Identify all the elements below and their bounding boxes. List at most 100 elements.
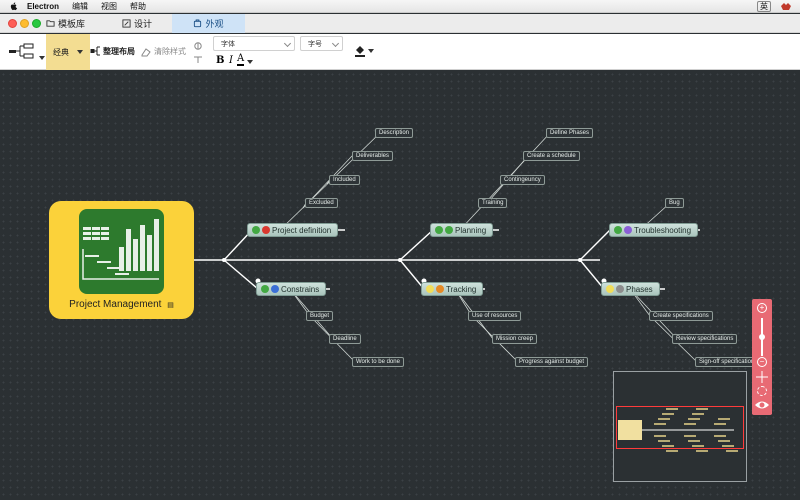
chevron-down-icon	[283, 39, 292, 48]
eye-icon[interactable]	[752, 396, 772, 414]
menu-view[interactable]: 视图	[101, 1, 117, 12]
structure-icon	[9, 43, 34, 59]
subtopic[interactable]: Contingeuncy	[500, 175, 545, 185]
priority-6-icon	[616, 285, 624, 293]
topic-project-definition[interactable]: Project definition	[247, 223, 339, 237]
subtopic[interactable]: Work to be done	[352, 357, 404, 367]
italic-button[interactable]: I	[229, 55, 233, 66]
mindmap-canvas[interactable]: Project Management ▤ Project definition …	[0, 71, 800, 500]
tab-appearance[interactable]: 外观	[172, 14, 245, 33]
clear-style-button[interactable]: 清除样式	[141, 46, 186, 57]
chevron-down-icon[interactable]	[247, 60, 253, 64]
chevron-down-icon	[39, 56, 45, 60]
minimap-viewport[interactable]	[616, 406, 744, 449]
fit-screen-icon[interactable]	[757, 386, 767, 396]
topic-tracking[interactable]: Tracking	[421, 282, 484, 296]
menu-app-name[interactable]: Electron	[27, 2, 59, 11]
paint-bucket-icon	[355, 46, 365, 57]
zoom-slider-handle[interactable]	[759, 334, 765, 340]
layout-icon	[90, 46, 100, 56]
menu-help[interactable]: 帮助	[130, 1, 146, 12]
topic-label: Planning	[455, 225, 487, 235]
priority-4-icon	[436, 285, 444, 293]
subtopic[interactable]: Deliverables	[352, 151, 394, 161]
theme-style-value: 经典	[53, 47, 69, 57]
apple-icon[interactable]	[9, 2, 19, 11]
chevron-down-icon	[77, 50, 83, 54]
progress-icon	[606, 285, 614, 293]
subtopic[interactable]: Budget	[306, 311, 334, 321]
priority-1-icon	[262, 226, 270, 234]
auto-layout-button[interactable]: 整理布局	[90, 46, 135, 57]
task-done-icon	[252, 226, 260, 234]
edit-icon	[122, 19, 131, 28]
subtopic[interactable]: Create a schedule	[523, 151, 580, 161]
subtopic[interactable]: Included	[329, 175, 360, 185]
input-method-indicator[interactable]: 英	[757, 1, 771, 12]
subtopic[interactable]: Use of resources	[468, 311, 522, 321]
subtopic[interactable]: Create specifications	[649, 311, 713, 321]
branch-style-icon[interactable]	[193, 54, 203, 64]
progress-icon	[426, 285, 434, 293]
folder-icon	[46, 20, 55, 27]
zoom-out-icon[interactable]: −	[757, 357, 767, 367]
minimap[interactable]	[613, 371, 747, 482]
subtopic[interactable]: Excluded	[305, 198, 338, 208]
project-chart-icon	[79, 209, 164, 294]
zoom-in-icon[interactable]: +	[757, 303, 767, 313]
text-style-icon[interactable]	[193, 41, 203, 51]
topic-phases[interactable]: Phases	[601, 282, 660, 296]
subtopic[interactable]: Review specifications	[672, 334, 738, 344]
font-size-placeholder: 字号	[308, 40, 322, 48]
topic-label: Project definition	[272, 225, 332, 235]
topic-planning[interactable]: Planning	[430, 223, 494, 237]
structure-picker[interactable]	[8, 42, 45, 60]
auto-layout-label: 整理布局	[103, 47, 135, 56]
subtopic[interactable]: Bug	[665, 198, 684, 208]
priority-5-icon	[624, 226, 632, 234]
central-topic-title: Project Management ▤	[49, 299, 194, 310]
font-family-placeholder: 字体	[221, 40, 235, 48]
topic-constrains[interactable]: Constrains	[256, 282, 327, 296]
subtopic[interactable]: Progress against budget	[515, 357, 589, 367]
priority-3-icon	[445, 226, 453, 234]
topic-label: Troubleshooting	[634, 225, 692, 235]
appearance-toolbar: 经典 整理布局 清除样式 字体 字号 B I A	[0, 34, 800, 70]
tab-templates[interactable]: 模板库	[46, 14, 85, 33]
tab-design-label: 设计	[134, 19, 153, 29]
macos-menubar: Electron 编辑 视图 帮助 英	[0, 0, 800, 13]
minimize-window-button[interactable]	[20, 19, 29, 28]
subtopic[interactable]: Description	[375, 128, 414, 138]
tab-design[interactable]: 设计	[122, 14, 152, 33]
subtopic[interactable]: Mission creep	[492, 334, 538, 344]
subtopic[interactable]: Deadline	[329, 334, 361, 344]
theme-style-dropdown[interactable]: 经典	[46, 34, 90, 70]
chevron-down-icon	[331, 39, 340, 48]
progress-icon	[614, 226, 622, 234]
clear-style-label: 清除样式	[154, 47, 186, 56]
bold-button[interactable]: B	[216, 55, 224, 66]
zoom-window-button[interactable]	[32, 19, 41, 28]
subtopic[interactable]: Training	[478, 198, 508, 208]
menu-edit[interactable]: 编辑	[72, 1, 88, 12]
topic-troubleshooting[interactable]: Troubleshooting	[609, 223, 699, 237]
tab-bar: 模板库 设计 外观	[0, 14, 800, 33]
central-topic[interactable]: Project Management ▤	[49, 201, 194, 319]
topic-label: Tracking	[446, 284, 477, 294]
central-topic-label: Project Management	[69, 299, 162, 310]
note-icon[interactable]: ▤	[167, 302, 174, 309]
fox-icon[interactable]	[780, 2, 792, 11]
topic-label: Constrains	[281, 284, 320, 294]
font-color-button[interactable]: A	[237, 54, 245, 66]
chevron-down-icon	[368, 49, 374, 53]
fit-center-icon[interactable]	[756, 371, 768, 383]
font-size-select[interactable]: 字号	[300, 36, 343, 51]
topic-label: Phases	[626, 284, 653, 294]
priority-2-icon	[271, 285, 279, 293]
subtopic[interactable]: Define Phases	[546, 128, 594, 138]
palette-icon	[194, 19, 202, 28]
tab-templates-label: 模板库	[58, 19, 86, 29]
close-window-button[interactable]	[8, 19, 17, 28]
font-family-select[interactable]: 字体	[213, 36, 295, 51]
fill-color-button[interactable]	[354, 45, 374, 57]
